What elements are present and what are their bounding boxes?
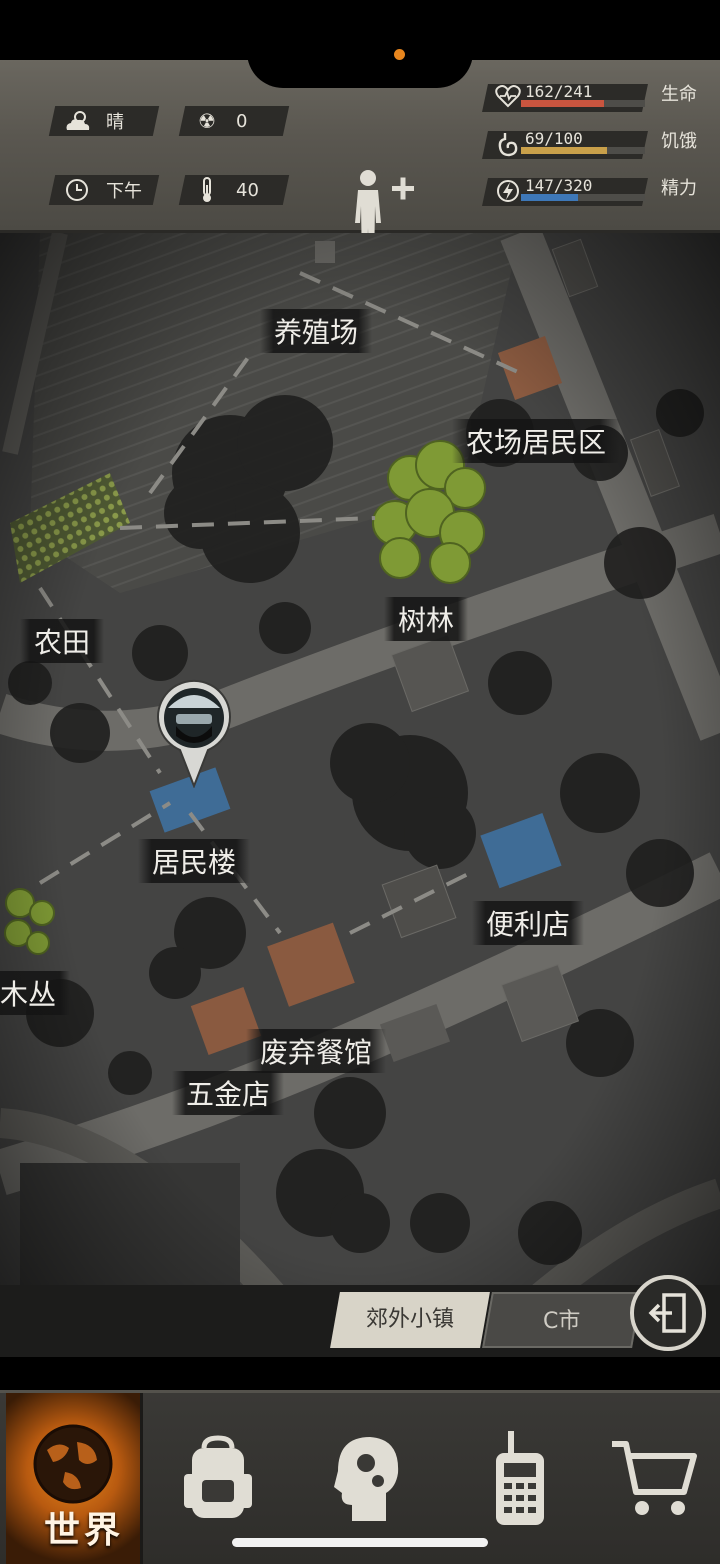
weather-text: 晴 — [106, 112, 124, 133]
home-indicator — [232, 1538, 488, 1547]
location-farm-breeding[interactable]: 养殖场 — [260, 309, 373, 353]
time-status: 下午 — [48, 175, 160, 205]
screen-notch — [247, 0, 473, 88]
heart-pulse-icon — [493, 84, 523, 114]
location-residential-building[interactable]: 居民楼 — [138, 839, 251, 883]
health-vital: 162/241 生命 — [482, 78, 700, 114]
thermometer-icon — [192, 177, 222, 203]
energy-vital: 147/320 精力 — [482, 172, 700, 210]
hunger-value: 69/100 — [525, 129, 583, 148]
player-avatar-icon — [157, 679, 231, 788]
exit-map-button[interactable] — [630, 1275, 706, 1351]
health-value: 162/241 — [525, 82, 593, 101]
hunger-bar — [521, 147, 645, 154]
backpack-icon — [184, 1434, 252, 1518]
clock-icon — [62, 178, 92, 202]
location-farmland[interactable]: 农田 — [20, 619, 105, 663]
tab-region-city[interactable]: C市 — [482, 1292, 642, 1348]
tab-region-suburb[interactable]: 郊外小镇 — [330, 1292, 490, 1348]
shop-cart-icon — [612, 1440, 697, 1515]
hunger-vital: 69/100 饥饿 — [482, 125, 700, 163]
world-map[interactable]: 养殖场 农场居民区 树林 农田 居民楼 便利店 木丛 废弃餐馆 五金店 — [0, 233, 720, 1353]
player-location-pin[interactable] — [156, 678, 232, 788]
temperature-value: 40 — [236, 179, 259, 201]
time-text: 下午 — [106, 181, 142, 202]
health-label: 生命 — [661, 84, 697, 105]
energy-label: 精力 — [661, 178, 697, 199]
energy-bolt-icon — [493, 178, 523, 210]
world-globe-icon — [33, 1424, 113, 1503]
radio-icon — [496, 1430, 544, 1525]
nav-world-button[interactable]: 世界 — [6, 1393, 143, 1564]
location-bushes[interactable]: 木丛 — [0, 971, 71, 1015]
nav-shop-button[interactable] — [600, 1393, 710, 1564]
sunny-cloud-icon — [62, 110, 92, 132]
radiation-value: 0 — [236, 110, 248, 132]
location-woods[interactable]: 树林 — [384, 597, 469, 641]
hunger-label: 饥饿 — [661, 131, 697, 152]
radiation-status: ☢ 0 — [178, 106, 290, 136]
skills-head-icon — [334, 1436, 399, 1521]
camera-indicator — [394, 49, 405, 60]
location-farm-residential[interactable]: 农场居民区 — [452, 419, 621, 463]
nav-world-label: 世界 — [44, 1510, 125, 1551]
stomach-icon — [493, 131, 523, 163]
tab-region-suburb-label: 郊外小镇 — [365, 1307, 454, 1332]
weather-status: 晴 — [48, 106, 160, 136]
location-hardware-store[interactable]: 五金店 — [172, 1071, 285, 1115]
energy-value: 147/320 — [525, 176, 593, 195]
temperature-status: 40 — [178, 175, 290, 205]
energy-bar — [521, 194, 645, 201]
tab-region-city-label: C市 — [542, 1309, 581, 1334]
location-abandoned-restaurant[interactable]: 废弃餐馆 — [246, 1029, 387, 1073]
map-terrain — [0, 233, 720, 1353]
location-convenience-store[interactable]: 便利店 — [472, 901, 585, 945]
health-bar — [521, 100, 645, 107]
exit-door-icon — [648, 1293, 686, 1333]
radiation-icon: ☢ — [198, 109, 216, 133]
